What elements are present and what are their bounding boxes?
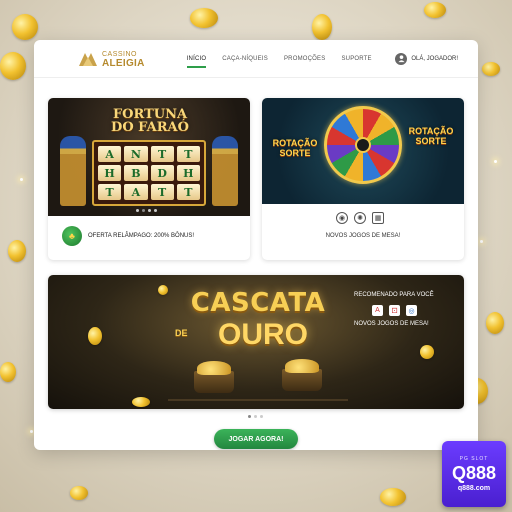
decorative-sparkle (30, 430, 33, 433)
game-title: FORTUNA DO FARAÓ (111, 107, 189, 135)
decorative-coin (158, 285, 168, 295)
slot-reels: A N T T H B D H T A T T (92, 140, 206, 206)
nav-item-inicio[interactable]: INÍCIO (186, 52, 207, 68)
decorative-coin (190, 8, 218, 28)
fortune-wheel-icon (324, 106, 402, 184)
game-card-fortuna-farao[interactable]: FORTUNA DO FARAÓ A N T T H B D H T A T T (48, 98, 250, 260)
game-title-left: ROTAÇÃO SORTE (272, 138, 318, 158)
banner-carousel-dots (248, 415, 263, 418)
q888-badge[interactable]: PG SLOT Q888 q888.com (442, 441, 506, 507)
carousel-dot[interactable] (254, 415, 257, 418)
decorative-sparkle (480, 240, 483, 243)
carousel-dot[interactable] (136, 209, 139, 212)
reel-symbol: T (176, 184, 200, 200)
offer-text: OFERTA RELÂMPAGO: 200% BÔNUS! (88, 233, 195, 239)
decorative-coin (12, 14, 38, 40)
logo[interactable]: CASSINO ALEIGIA (78, 50, 145, 68)
reel-symbol: H (176, 165, 200, 181)
decorative-coin (380, 488, 406, 506)
recommended-subtitle: NOVOS JOGOS DE MESA! (354, 321, 429, 327)
game-card-rotacao-sorte[interactable]: ROTAÇÃO SORTE ROTAÇÃO SORTE ◉ ✺ ▦ NOVOS … (262, 98, 464, 260)
reel-symbol: D (150, 165, 174, 181)
reel-symbol: B (124, 165, 148, 181)
decorative-coin (0, 362, 16, 382)
decorative-coin (0, 52, 26, 80)
card-ace-icon[interactable]: A (372, 305, 383, 316)
reel-symbol: T (150, 146, 174, 162)
gold-cart-icon (282, 359, 322, 391)
user-avatar-icon (395, 52, 408, 65)
decorative-coin (8, 240, 26, 262)
recommended-title: RECOMENADO PARA VOCÊ (354, 292, 434, 298)
logo-line2: ALEIGIA (102, 57, 145, 69)
reel-symbol: N (124, 146, 148, 162)
nav-item-caca-niqueis[interactable]: CAÇA-NÍQUEIS (222, 52, 268, 66)
reel-symbol: A (124, 184, 148, 200)
decorative-coin (482, 62, 500, 76)
game-thumbnail: ROTAÇÃO SORTE ROTAÇÃO SORTE (262, 98, 464, 204)
flash-offer[interactable]: ♣ OFERTA RELÂMPAGO: 200% BÔNUS! (62, 226, 194, 246)
carousel-dot[interactable] (260, 415, 263, 418)
pharaoh-statue-icon (212, 136, 238, 206)
recommended-icons: A ⚀ ◎ (372, 305, 417, 316)
carousel-dots (136, 209, 157, 212)
chips-icon: ◉ (336, 212, 348, 224)
game-title-right: ROTAÇÃO SORTE (408, 126, 454, 146)
reel-symbol: H (98, 165, 122, 181)
mine-rails (168, 393, 348, 407)
user-menu[interactable]: OLÁ, JOGADOR! (395, 52, 458, 65)
user-greeting: OLÁ, JOGADOR! (411, 55, 458, 62)
decorative-coin (132, 397, 150, 407)
reel-symbol: A (98, 146, 122, 162)
decorative-coin (424, 2, 446, 18)
decorative-coin (486, 312, 504, 334)
dice-icon[interactable]: ⚀ (389, 305, 400, 316)
browser-page: CASSINO ALEIGIA INÍCIO CAÇA-NÍQUEIS PROM… (34, 40, 478, 450)
top-navigation: CASSINO ALEIGIA INÍCIO CAÇA-NÍQUEIS PROM… (34, 40, 478, 78)
reel-symbol: T (98, 184, 122, 200)
pharaoh-statue-icon (60, 136, 86, 206)
decorative-sparkle (494, 160, 497, 163)
decorative-coin (88, 327, 102, 345)
cards-icon: ▦ (372, 212, 384, 224)
gold-cart-icon (194, 361, 234, 393)
leprechaun-icon: ♣ (62, 226, 82, 246)
decorative-coin (312, 14, 332, 40)
banner-title-top: CASCATA (190, 288, 326, 318)
nav-item-suporte[interactable]: SUPORTE (341, 52, 371, 66)
new-games-text: NOVOS JOGOS DE MESA! (325, 233, 401, 239)
carousel-dot[interactable] (154, 209, 157, 212)
reel-symbol: T (176, 146, 200, 162)
banner-title-main: OURO (218, 318, 308, 351)
roulette-icon: ✺ (354, 212, 366, 224)
decorative-coin (420, 345, 434, 359)
badge-brand: Q888 (451, 463, 497, 483)
table-game-icons: ◉ ✺ ▦ (336, 212, 384, 224)
chip-icon[interactable]: ◎ (406, 305, 417, 316)
logo-mark-icon (78, 51, 98, 67)
carousel-dot[interactable] (148, 209, 151, 212)
decorative-coin (70, 486, 88, 500)
banner-title-de: DE (175, 328, 188, 338)
carousel-dot[interactable] (248, 415, 251, 418)
carousel-dot[interactable] (142, 209, 145, 212)
featured-banner-cascata-ouro[interactable]: CASCATA DE OURO RECOMENADO PARA VOCÊ A ⚀… (48, 275, 464, 409)
play-now-button[interactable]: JOGAR AGORA! (214, 429, 298, 449)
nav-item-promocoes[interactable]: PROMOÇÕES (284, 52, 325, 66)
main-menu: INÍCIO CAÇA-NÍQUEIS PROMOÇÕES SUPORTE (186, 52, 372, 68)
badge-url: q888.com (457, 485, 491, 492)
badge-top-text: PG SLOT (459, 456, 489, 462)
decorative-sparkle (20, 178, 23, 181)
wheel-hub (355, 137, 371, 153)
reel-symbol: T (150, 184, 174, 200)
game-thumbnail: FORTUNA DO FARAÓ A N T T H B D H T A T T (48, 98, 250, 216)
